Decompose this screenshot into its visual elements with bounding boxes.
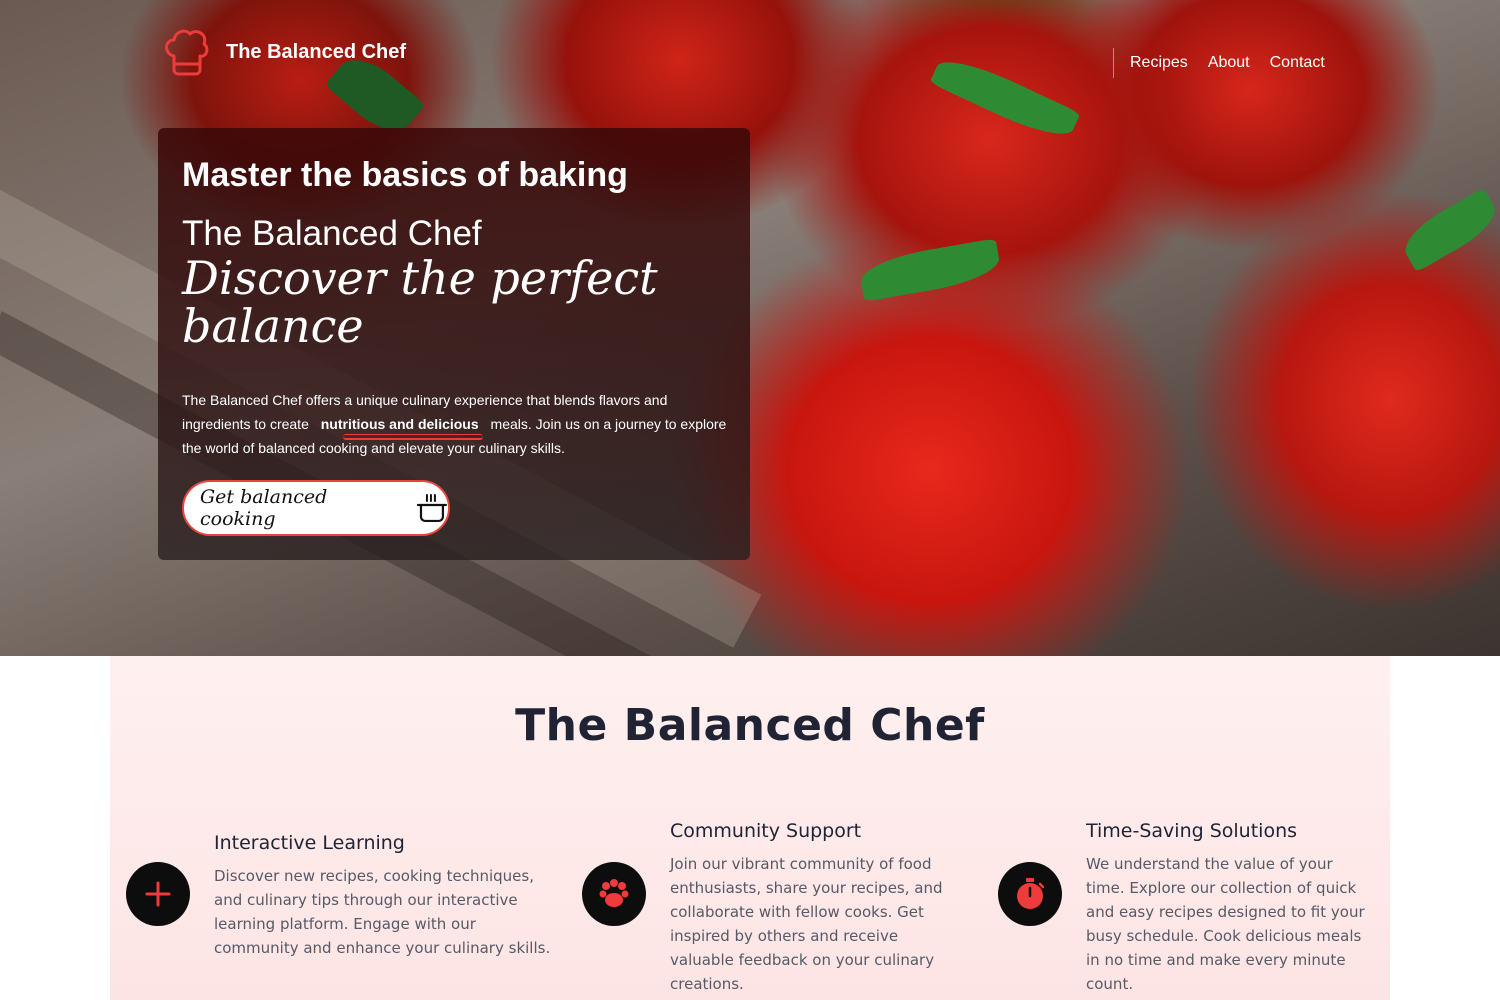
background-tomato-leaf [929, 49, 1081, 147]
brand-name: The Balanced Chef [226, 40, 407, 63]
feature-icon-circle [126, 862, 190, 926]
background-tomato-leaf [857, 238, 1003, 302]
features-section: The Balanced Chef Interactive Learning D… [110, 656, 1390, 1000]
plus-icon [145, 881, 171, 907]
background-tomato-leaf [1396, 187, 1500, 273]
feature-text: Join our vibrant community of food enthu… [670, 855, 943, 993]
nav-link-recipes[interactable]: Recipes [1130, 54, 1188, 72]
nav-link-contact[interactable]: Contact [1270, 54, 1325, 72]
hero-text-highlight: nutritious and delicious [321, 412, 483, 440]
stopwatch-icon [1017, 878, 1045, 909]
chef-hat-icon [165, 29, 209, 76]
feature-text: We understand the value of your time. Ex… [1086, 855, 1365, 993]
feature-text: Discover new recipes, cooking techniques… [214, 867, 551, 957]
nav-link-about[interactable]: About [1208, 54, 1250, 72]
paw-icon [599, 879, 629, 907]
hero-section: The Balanced Chef Recipes About Contact … [0, 0, 1500, 656]
hero-subtitle: The Balanced Chef [182, 214, 482, 253]
feature-icon-circle [998, 862, 1062, 926]
cooking-pot-icon [417, 494, 448, 523]
get-balanced-cooking-button[interactable]: Get balanced cooking [182, 480, 450, 536]
hero-description: The Balanced Chef offers a unique culina… [182, 388, 730, 460]
feature-title: Interactive Learning [214, 832, 405, 854]
hero-kicker: Master the basics of baking [182, 156, 628, 194]
features-title: The Balanced Chef [515, 700, 985, 751]
feature-icon-circle [582, 862, 646, 926]
feature-title: Time-Saving Solutions [1086, 820, 1298, 842]
main-nav: Recipes About Contact [1113, 48, 1345, 78]
hero-card: Master the basics of baking The Balanced… [158, 128, 750, 560]
brand-logo-link[interactable]: The Balanced Chef [160, 26, 406, 78]
feature-title: Community Support [670, 820, 862, 842]
hero-title: Discover the perfect balance [182, 251, 658, 353]
cta-label: Get balanced cooking [200, 486, 328, 530]
